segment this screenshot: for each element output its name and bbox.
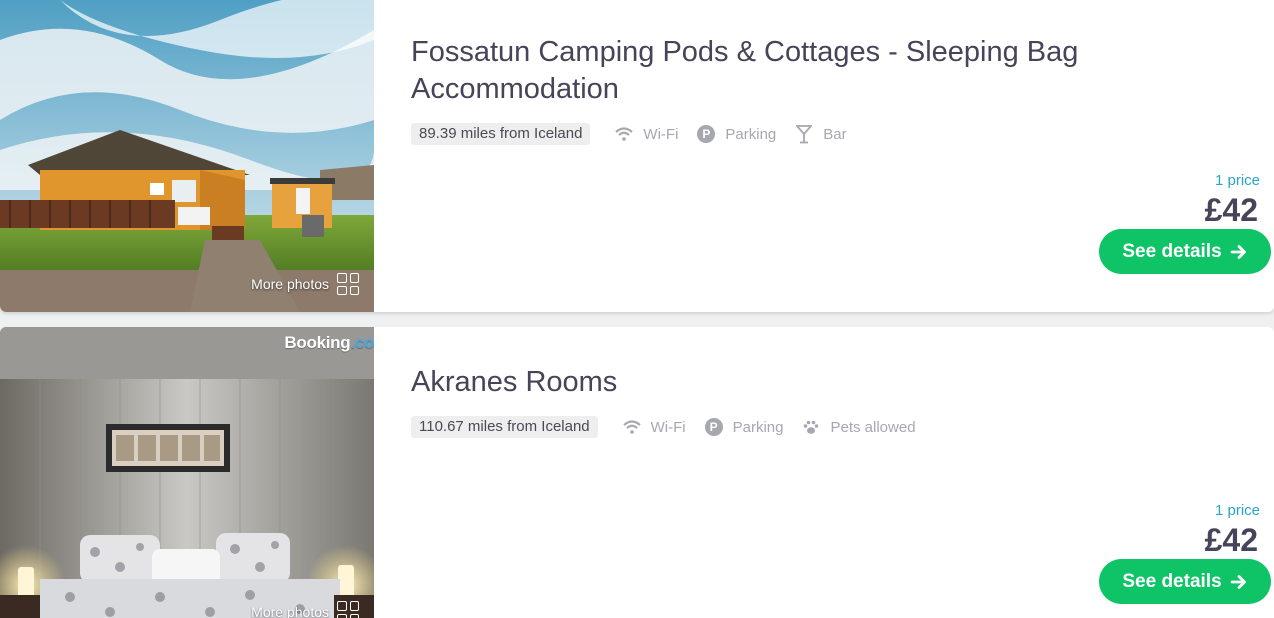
amenity-parking: P Parking (696, 124, 776, 144)
listing-card[interactable]: Booking.co More photos Akranes Rooms 110… (0, 327, 1274, 618)
parking-icon: P (704, 417, 724, 437)
see-details-label: See details (1122, 240, 1222, 262)
listing-title[interactable]: Fossatun Camping Pods & Cottages - Sleep… (411, 34, 1111, 108)
arrow-right-icon (1230, 244, 1246, 259)
photo-grid-icon (337, 273, 359, 295)
listing-meta: 89.39 miles from Iceland Wi-Fi P Parking… (411, 123, 865, 145)
amenity-label: Bar (823, 125, 847, 143)
wifi-icon (622, 417, 642, 437)
amenity-label: Wi-Fi (643, 125, 679, 143)
amenity-pets: Pets allowed (801, 417, 916, 437)
booking-watermark-text: Booking (284, 333, 351, 352)
price-value: £42 (1204, 522, 1258, 558)
price-count[interactable]: 1 price (1205, 503, 1260, 519)
price-block: 1 price £42 (1205, 503, 1260, 560)
amenity-wifi: Wi-Fi (614, 124, 678, 144)
distance-badge: 89.39 miles from Iceland (411, 123, 591, 145)
amenity-label: Wi-Fi (650, 418, 686, 436)
booking-watermark: Booking.co (284, 333, 374, 353)
parking-glyph: P (697, 125, 716, 143)
price-value: £42 (1204, 192, 1258, 228)
amenity-wifi: Wi-Fi (622, 417, 686, 437)
parking-icon: P (696, 124, 716, 144)
wifi-icon (614, 124, 634, 144)
more-photos-label: More photos (251, 604, 329, 618)
see-details-button[interactable]: See details (1099, 229, 1271, 274)
see-details-button[interactable]: See details (1099, 559, 1271, 604)
listing-card[interactable]: More photos Fossatun Camping Pods & Cott… (0, 0, 1274, 312)
booking-watermark-suffix: .co (350, 333, 374, 352)
amenity-label: Parking (725, 125, 777, 143)
see-details-label: See details (1122, 570, 1222, 592)
more-photos-link[interactable]: More photos (251, 601, 359, 618)
price-count[interactable]: 1 price (1205, 173, 1260, 189)
more-photos-label: More photos (251, 276, 329, 292)
results-list: More photos Fossatun Camping Pods & Cott… (0, 0, 1274, 618)
listing-meta: 110.67 miles from Iceland Wi-Fi P Parkin… (411, 416, 934, 438)
arrow-right-icon (1230, 574, 1246, 589)
distance-badge: 110.67 miles from Iceland (411, 416, 598, 438)
amenity-label: Parking (732, 418, 784, 436)
amenity-parking: P Parking (704, 417, 784, 437)
more-photos-link[interactable]: More photos (251, 273, 359, 295)
photo-grid-icon (337, 601, 359, 618)
amenity-bar: Bar (794, 124, 847, 144)
bedroom-photo-image (0, 327, 374, 618)
cocktail-icon (794, 124, 814, 144)
paw-icon (801, 417, 821, 437)
listing-photo[interactable]: Booking.co More photos (0, 327, 374, 618)
parking-glyph: P (704, 418, 723, 436)
amenity-label: Pets allowed (830, 418, 916, 436)
cottage-photo-image (0, 0, 374, 312)
price-block: 1 price £42 (1205, 173, 1260, 230)
listing-photo[interactable]: More photos (0, 0, 374, 312)
listing-title[interactable]: Akranes Rooms (411, 364, 1111, 401)
